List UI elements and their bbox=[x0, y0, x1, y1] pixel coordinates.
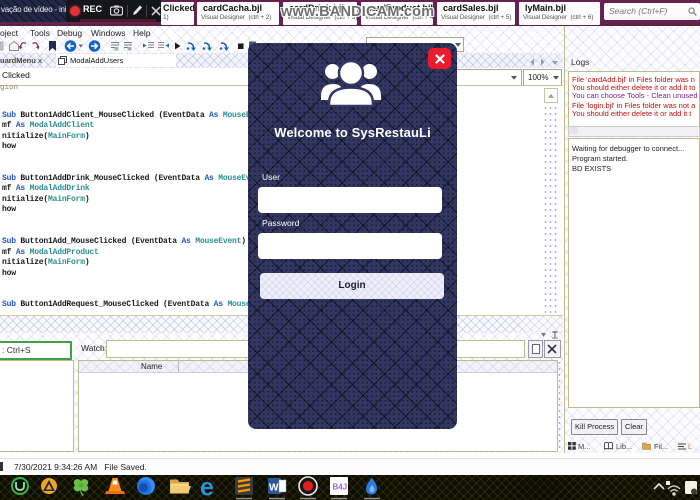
svg-text:e: e bbox=[200, 475, 214, 500]
svg-text:W: W bbox=[269, 483, 279, 494]
svg-text:B4J: B4J bbox=[333, 483, 348, 492]
